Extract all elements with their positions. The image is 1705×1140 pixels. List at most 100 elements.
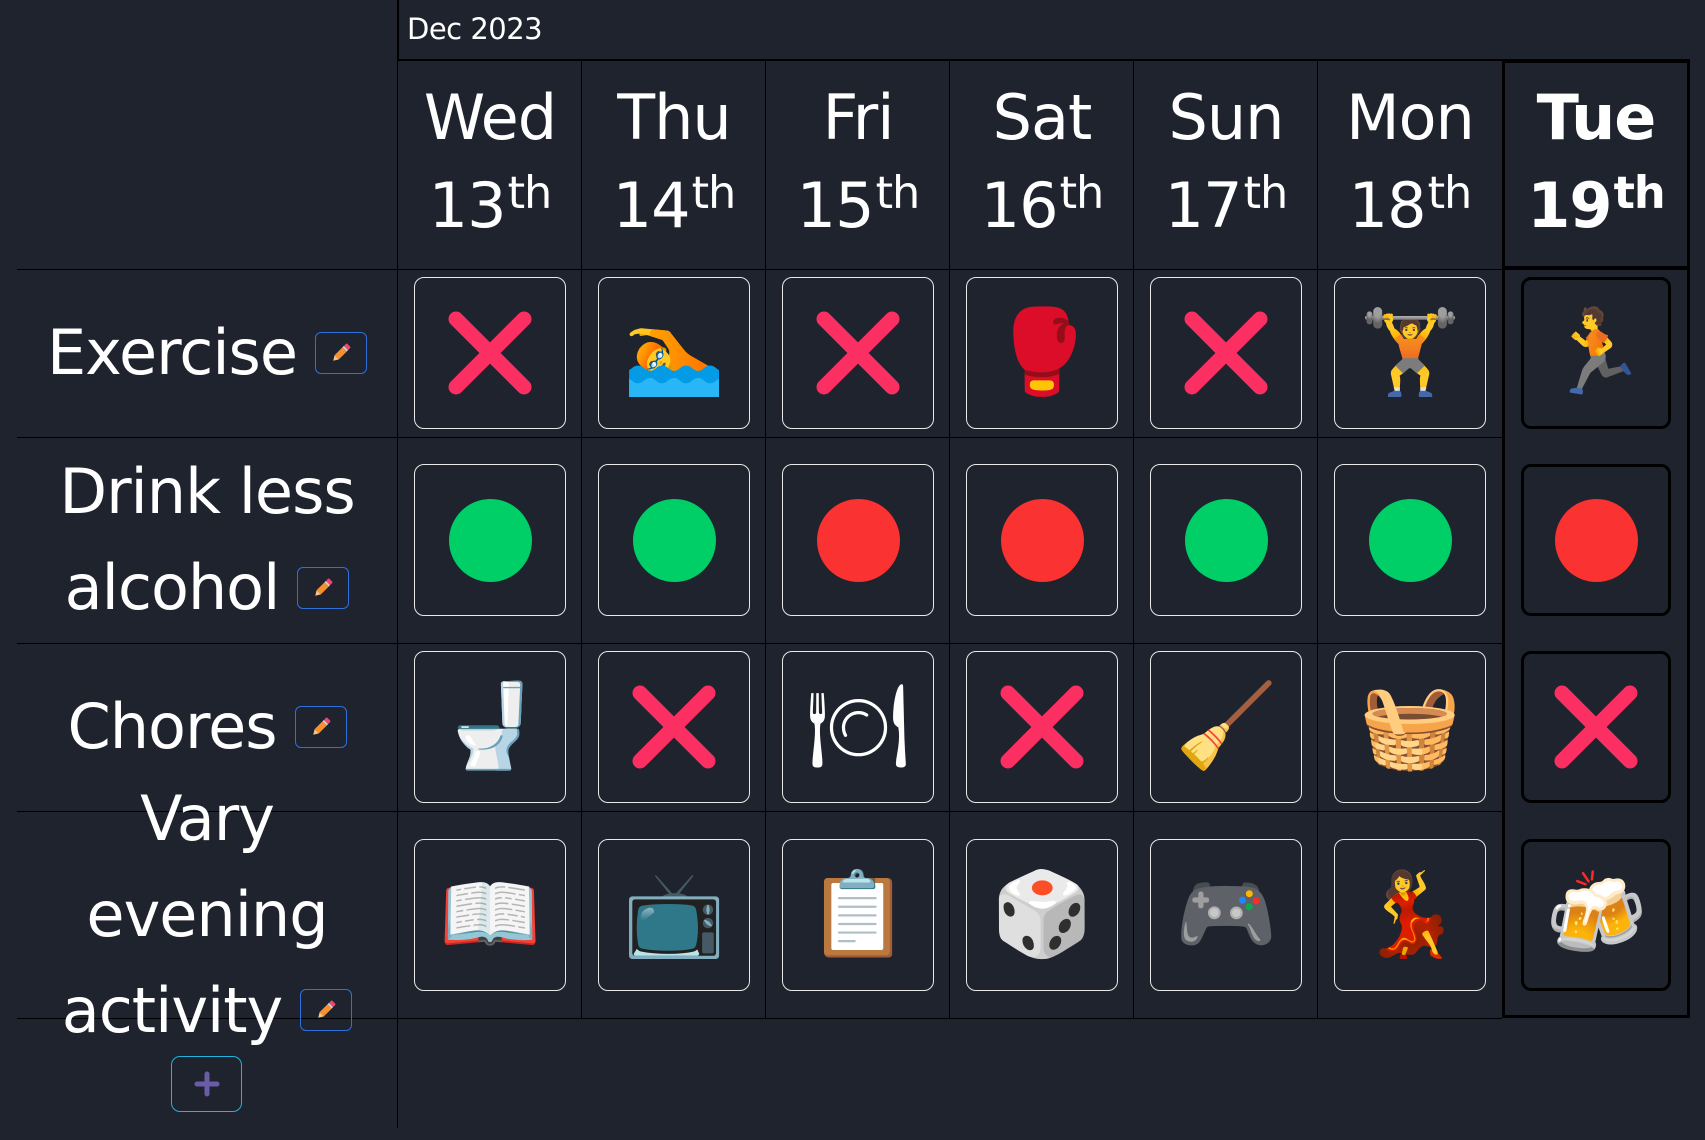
habit-entry-button[interactable]: 🎲 (966, 838, 1118, 991)
plus-icon (194, 1071, 219, 1097)
habit-name-line: alcohol (59, 540, 354, 636)
habit-cell: 🏋 (1318, 269, 1502, 437)
habit-label: Exercise (17, 269, 397, 437)
habit-cell (1502, 437, 1690, 643)
habit-cell: 🏃 (1502, 269, 1690, 437)
day-weekday: Mon (1346, 80, 1475, 154)
habit-name: Exercise (47, 305, 367, 401)
day-date: 17th (1165, 162, 1289, 256)
green-circle-icon (448, 498, 532, 582)
habit-entry-button[interactable] (598, 464, 750, 616)
habit-name-line: Drink less (59, 444, 355, 540)
habit-entry-button[interactable]: 🎮 (1150, 838, 1302, 991)
habit-entry-button[interactable] (414, 464, 566, 616)
habit-entry-button[interactable] (414, 277, 566, 429)
basket-icon: 🧺 (1358, 679, 1462, 774)
habit-entry-button[interactable] (782, 277, 934, 429)
habit-name-text: Exercise (47, 316, 298, 389)
day-header: Mon 18th (1318, 60, 1502, 269)
habit-name-line: Vary evening (17, 771, 397, 963)
habit-entry-button[interactable]: 🚽 (414, 651, 566, 803)
habit-cell: 🍻 (1502, 811, 1690, 1018)
habit-name-text: Vary evening (86, 781, 328, 951)
habit-name: Vary evening activity (17, 771, 397, 1059)
edit-habit-button[interactable] (315, 331, 367, 374)
day-suffix: th (1243, 166, 1289, 219)
day-suffix: th (875, 166, 921, 219)
month-header: Dec 2023 (398, 0, 1690, 60)
habit-entry-button[interactable]: 🧹 (1150, 651, 1302, 803)
habit-cell (1134, 269, 1318, 437)
habit-entry-button[interactable]: 🏋 (1334, 277, 1486, 429)
habit-entry-button[interactable] (966, 464, 1118, 616)
cross-mark-icon (816, 311, 900, 395)
habit-entry-button[interactable] (1521, 651, 1671, 803)
habit-entry-button[interactable] (966, 651, 1118, 803)
day-weekday: Wed (423, 80, 557, 154)
habit-entry-button[interactable] (598, 651, 750, 803)
video-game-icon: 🎮 (1174, 866, 1278, 962)
habit-cell: 💃 (1318, 811, 1502, 1018)
red-circle-icon (1554, 498, 1638, 582)
habit-entry-button[interactable] (1150, 277, 1302, 429)
habit-cell: 🎮 (1134, 811, 1318, 1018)
habit-entry-button[interactable] (1334, 464, 1486, 616)
habit-entry-button[interactable]: 🏊 (598, 277, 750, 429)
habit-cell (1502, 643, 1690, 811)
habit-entry-button[interactable] (1150, 464, 1302, 616)
cross-mark-icon (1554, 685, 1638, 769)
habit-entry-button[interactable]: 📺 (598, 838, 750, 991)
habit-cell: 🥊 (950, 269, 1134, 437)
edit-habit-button[interactable] (300, 989, 353, 1032)
habit-name-line: activity (17, 963, 397, 1059)
fork-knife-plate-icon: 🍽 (805, 679, 911, 774)
habit-entry-button[interactable]: 🧺 (1334, 651, 1486, 803)
day-date: 14th (613, 162, 737, 256)
habit-cell: 📖 (398, 811, 582, 1018)
habit-entry-button[interactable]: 🍻 (1521, 838, 1671, 991)
habit-cell (582, 643, 766, 811)
day-suffix: th (507, 166, 553, 219)
habit-entry-button[interactable]: 🏃 (1521, 277, 1671, 429)
habit-entry-button[interactable]: 💃 (1334, 838, 1486, 991)
habit-entry-button[interactable]: 🥊 (966, 277, 1118, 429)
habit-label: Drink less alcohol (17, 437, 397, 643)
habit-entry-button[interactable] (1521, 464, 1671, 616)
day-header: Sun 17th (1134, 60, 1318, 269)
person-swimming-icon: 🏊 (622, 305, 726, 400)
habit-entry-button[interactable]: 📖 (414, 838, 566, 991)
edit-habit-button[interactable] (297, 566, 350, 609)
habit-entry-button[interactable]: 🍽 (782, 651, 934, 803)
habit-cell: 📺 (582, 811, 766, 1018)
person-running-icon: 🏃 (1544, 305, 1648, 400)
broom-icon: 🧹 (1174, 679, 1278, 774)
add-habit-button[interactable] (171, 1056, 242, 1112)
habit-entry-button[interactable] (782, 464, 934, 616)
cross-mark-icon (448, 311, 532, 395)
habit-cell: 🧹 (1134, 643, 1318, 811)
day-weekday: Sun (1168, 80, 1285, 154)
day-header: Thu 14th (582, 60, 766, 269)
day-suffix: th (1613, 166, 1666, 219)
boxing-glove-icon: 🥊 (990, 305, 1094, 400)
television-icon: 📺 (622, 866, 726, 962)
day-header: Wed 13th (398, 60, 582, 269)
clinking-beer-mugs-icon: 🍻 (1544, 866, 1648, 962)
day-header: Sat 16th (950, 60, 1134, 269)
day-number: 15 (796, 168, 875, 242)
habit-name-text: Drink less (59, 455, 355, 528)
day-weekday: Fri (822, 80, 895, 154)
game-die-icon: 🎲 (990, 866, 1094, 962)
habit-entry-button[interactable]: 📋 (782, 838, 934, 991)
month-label: Dec 2023 (407, 12, 543, 46)
habit-cell (1134, 437, 1318, 643)
habit-name-text: alcohol (64, 551, 281, 624)
cross-mark-icon (1184, 311, 1268, 395)
habit-cell (1318, 437, 1502, 643)
cross-mark-icon (1000, 685, 1084, 769)
green-circle-icon (632, 498, 716, 582)
day-suffix: th (1427, 166, 1473, 219)
edit-habit-button[interactable] (294, 705, 347, 748)
habit-name-line: Chores (67, 679, 347, 775)
habit-cell: 🧺 (1318, 643, 1502, 811)
